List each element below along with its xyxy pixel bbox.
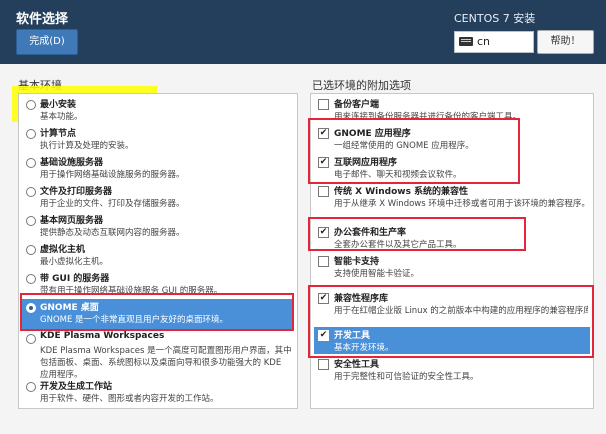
env-name: KDE Plasma Workspaces	[40, 331, 165, 341]
radio-button[interactable]	[26, 274, 36, 284]
keyboard-layout-label: cn	[477, 35, 491, 48]
addon-smartcard[interactable]: 智能卡支持 支持使用智能卡验证。	[314, 253, 590, 280]
help-button[interactable]: 帮助！	[537, 30, 594, 54]
env-name: 最小安装	[40, 100, 77, 110]
env-name: 基础设施服务器	[40, 158, 104, 168]
annotation-box-compat-dev	[308, 285, 594, 358]
checkbox[interactable]	[318, 186, 329, 197]
env-desc: 最小虚拟化主机。	[40, 257, 109, 267]
top-bar: 软件选择 完成(D) CENTOS 7 安装 cn 帮助！	[0, 0, 606, 64]
env-desc: 执行计算及处理的安装。	[40, 141, 134, 151]
env-name: 开发及生成工作站	[40, 382, 113, 392]
env-dev-workstation[interactable]: 开发及生成工作站 用于软件、硬件、图形或者内容开发的工作站。	[22, 378, 294, 406]
checkbox[interactable]	[318, 99, 329, 110]
env-kde-plasma[interactable]: KDE Plasma Workspaces KDE Plasma Workspa…	[22, 330, 294, 380]
addon-name: 传统 X Windows 系统的兼容性	[334, 187, 469, 197]
env-name: 虚拟化主机	[40, 245, 86, 255]
env-name: 文件及打印服务器	[40, 187, 113, 197]
checkbox[interactable]	[318, 359, 329, 370]
annotation-box-gnome-internet	[308, 118, 520, 184]
env-desc: 用于企业的文件、打印及存储服务器。	[40, 199, 185, 209]
addon-desc: 用于完整性和可信验证的安全性工具。	[334, 372, 479, 382]
env-name: 计算节点	[40, 129, 77, 139]
env-name: 基本网页服务器	[40, 216, 104, 226]
radio-button[interactable]	[26, 245, 36, 255]
addon-name: 备份客户端	[334, 100, 380, 110]
radio-button[interactable]	[26, 382, 36, 392]
addon-legacy-x[interactable]: 传统 X Windows 系统的兼容性 用于从继承 X Windows 环境中迁…	[314, 183, 590, 210]
env-desc: 用于操作网络基础设施服务的服务器。	[40, 170, 185, 180]
env-desc: 用于软件、硬件、图形或者内容开发的工作站。	[40, 394, 219, 404]
addon-desc: 用于从继承 X Windows 环境中迁移或者可用于该环境的兼容程序。	[334, 199, 588, 209]
done-button[interactable]: 完成(D)	[16, 29, 78, 55]
page-title: 软件选择	[16, 12, 69, 27]
radio-button[interactable]	[26, 100, 36, 110]
annotation-box-office	[308, 217, 526, 251]
radio-button[interactable]	[26, 129, 36, 139]
base-environment-list: 最小安装 基本功能。 计算节点 执行计算及处理的安装。 基础设施服务器 用于操作…	[18, 93, 298, 409]
keyboard-layout-indicator[interactable]: cn	[454, 31, 534, 53]
radio-button[interactable]	[26, 158, 36, 168]
addon-name: 智能卡支持	[334, 257, 380, 267]
product-title: CENTOS 7 安装	[454, 12, 536, 25]
checkbox[interactable]	[318, 256, 329, 267]
env-desc: 基本功能。	[40, 112, 83, 122]
addon-name: 安全性工具	[334, 360, 380, 370]
addon-desc: 支持使用智能卡验证。	[334, 269, 420, 279]
env-desc: KDE Plasma Workspaces 是一个高度可配置图形用户界面，其中包…	[40, 346, 292, 380]
keyboard-icon	[459, 37, 473, 46]
radio-button[interactable]	[26, 216, 36, 226]
annotation-box-gnome-desktop	[20, 293, 294, 331]
addon-security-tools[interactable]: 安全性工具 用于完整性和可信验证的安全性工具。	[314, 356, 590, 383]
env-desc: 提供静态及动态互联网内容的服务器。	[40, 228, 185, 238]
radio-button[interactable]	[26, 187, 36, 197]
radio-button[interactable]	[26, 334, 36, 344]
env-name: 带 GUI 的服务器	[40, 274, 110, 284]
addons-heading: 已选环境的附加选项	[312, 79, 411, 92]
